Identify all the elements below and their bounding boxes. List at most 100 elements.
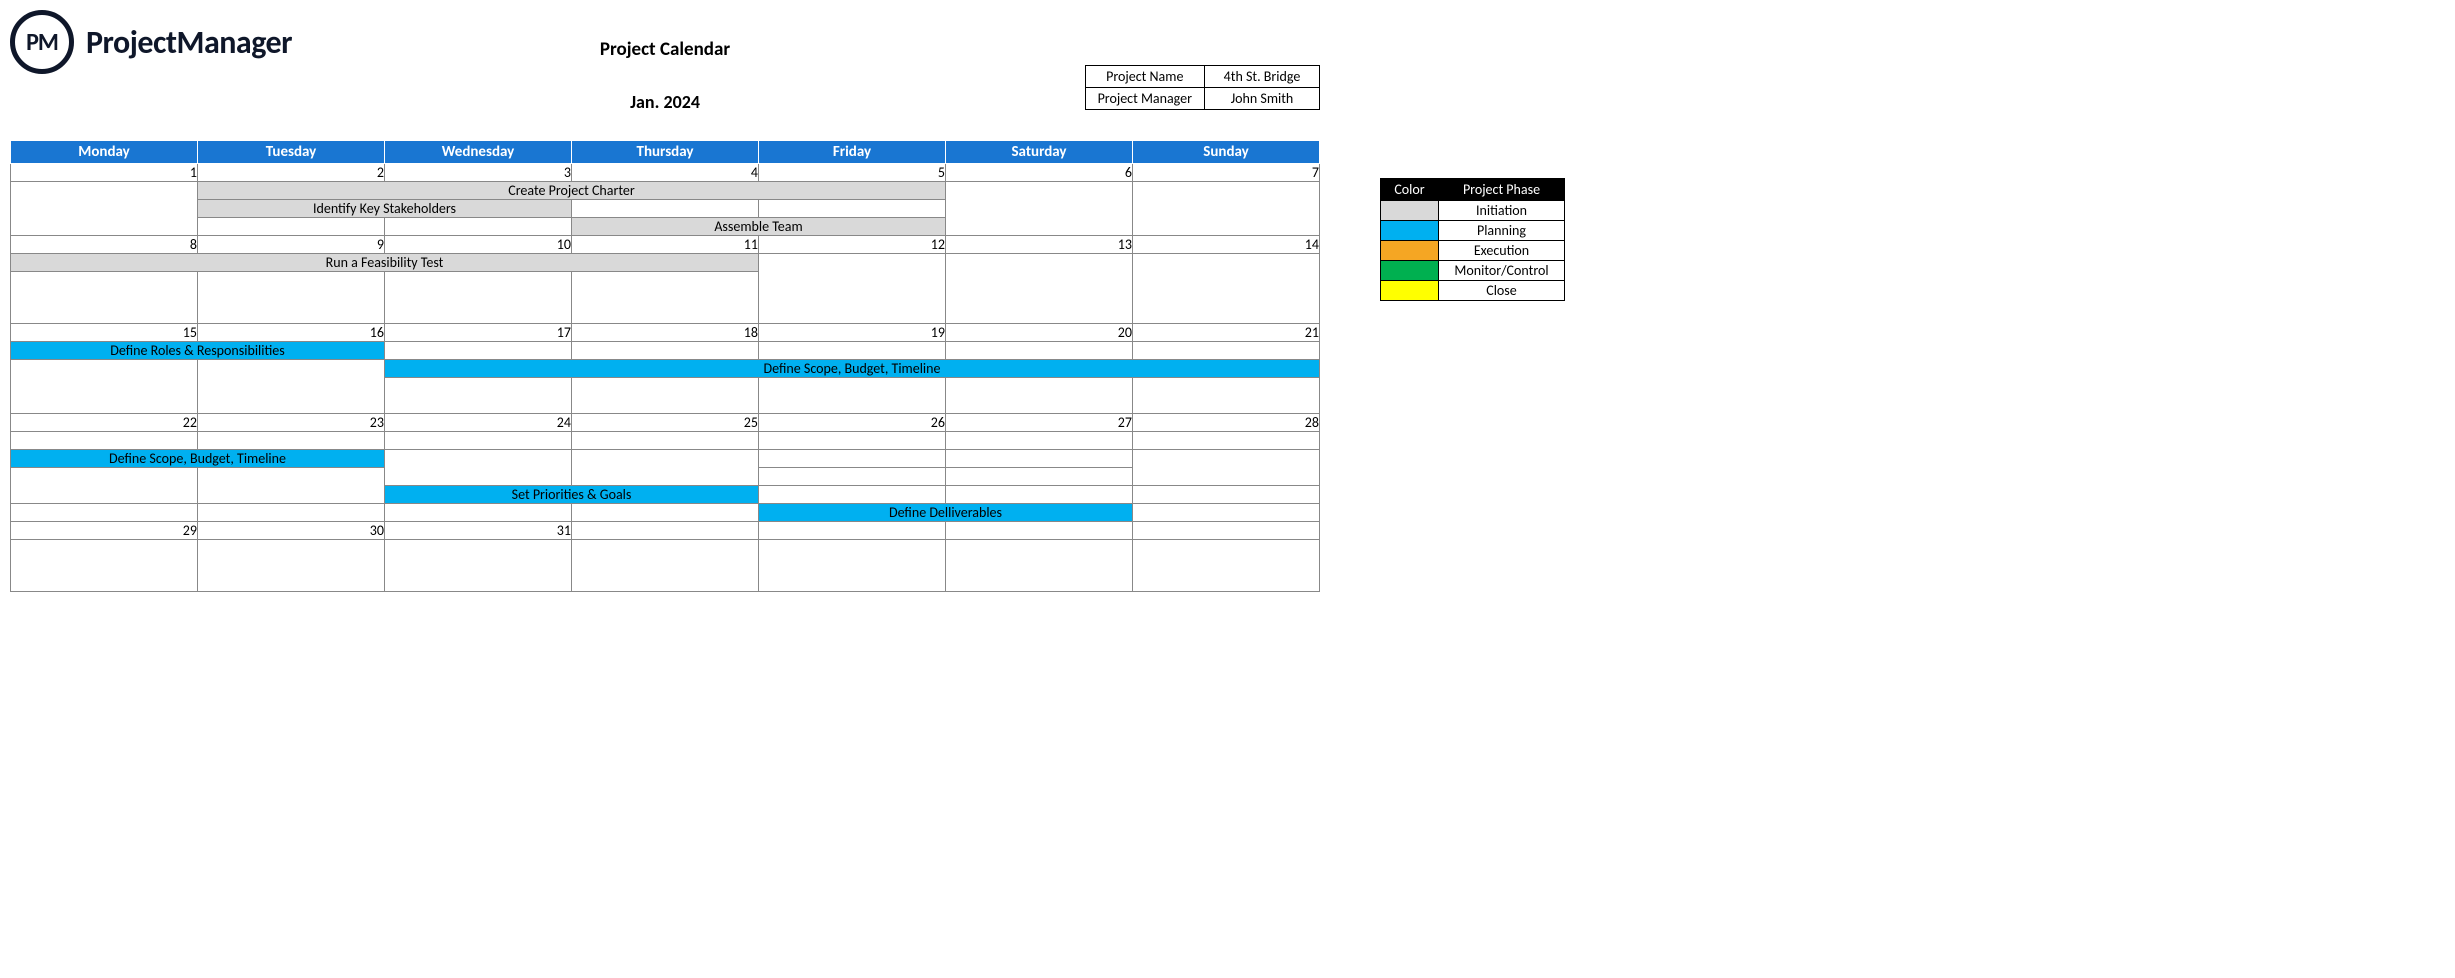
task-feasibility: Run a Feasibility Test <box>11 254 759 272</box>
day-number: 26 <box>759 414 946 432</box>
day-number: 11 <box>572 236 759 254</box>
header: PM ProjectManager Project Calendar Jan. … <box>10 10 1570 140</box>
empty-cell <box>1133 432 1320 450</box>
empty-cell <box>1133 504 1320 522</box>
empty-cell <box>1133 342 1320 360</box>
empty-cell <box>1133 450 1320 486</box>
day-header: Tuesday <box>198 141 385 164</box>
meta-project-manager-value: John Smith <box>1205 88 1320 110</box>
empty-cell <box>759 468 946 486</box>
day-number: 15 <box>11 324 198 342</box>
empty-cell <box>759 540 946 592</box>
empty-cell <box>572 540 759 592</box>
empty-cell <box>946 468 1133 486</box>
empty-cell <box>198 272 385 324</box>
empty-cell <box>1133 378 1320 414</box>
empty-cell <box>946 182 1133 236</box>
empty-cell <box>11 504 198 522</box>
empty-cell <box>946 450 1133 468</box>
empty-cell <box>759 432 946 450</box>
day-number: 21 <box>1133 324 1320 342</box>
day-number: 19 <box>759 324 946 342</box>
empty-cell <box>11 182 198 236</box>
legend-phase: Planning <box>1439 221 1565 241</box>
legend-phase: Execution <box>1439 241 1565 261</box>
day-number: 23 <box>198 414 385 432</box>
empty-cell <box>572 272 759 324</box>
legend-phase: Initiation <box>1439 201 1565 221</box>
day-number: 30 <box>198 522 385 540</box>
legend-table: Color Project Phase Initiation Planning … <box>1380 178 1565 301</box>
day-number <box>946 522 1133 540</box>
empty-cell <box>572 450 759 486</box>
empty-cell <box>198 218 385 236</box>
empty-cell <box>572 432 759 450</box>
empty-cell <box>759 378 946 414</box>
day-header: Sunday <box>1133 141 1320 164</box>
empty-cell <box>385 342 572 360</box>
empty-cell <box>385 378 572 414</box>
day-number: 13 <box>946 236 1133 254</box>
task-priorities: Set Priorities & Goals <box>385 486 759 504</box>
empty-cell <box>759 200 946 218</box>
task-scope-2: Define Scope, Budget, Timeline <box>11 450 385 468</box>
day-number: 16 <box>198 324 385 342</box>
empty-cell <box>946 378 1133 414</box>
empty-cell <box>385 450 572 486</box>
day-number <box>759 522 946 540</box>
task-create-charter: Create Project Charter <box>198 182 946 200</box>
day-number: 22 <box>11 414 198 432</box>
project-meta-table: Project Name 4th St. Bridge Project Mana… <box>1085 65 1320 110</box>
empty-cell <box>759 486 946 504</box>
empty-cell <box>1133 540 1320 592</box>
legend-phase: Monitor/Control <box>1439 261 1565 281</box>
day-number: 12 <box>759 236 946 254</box>
day-number: 17 <box>385 324 572 342</box>
empty-cell <box>198 504 385 522</box>
empty-cell <box>572 200 759 218</box>
empty-cell <box>759 342 946 360</box>
day-number: 31 <box>385 522 572 540</box>
empty-cell <box>11 468 198 504</box>
empty-cell <box>198 540 385 592</box>
day-number: 14 <box>1133 236 1320 254</box>
empty-cell <box>1133 182 1320 236</box>
legend-swatch-close <box>1381 281 1439 301</box>
empty-cell <box>385 504 572 522</box>
day-number: 8 <box>11 236 198 254</box>
day-number: 3 <box>385 164 572 182</box>
empty-cell <box>198 468 385 504</box>
day-number: 29 <box>11 522 198 540</box>
legend-header-phase: Project Phase <box>1439 179 1565 201</box>
empty-cell <box>11 272 198 324</box>
empty-cell <box>572 378 759 414</box>
empty-cell <box>385 272 572 324</box>
day-header: Friday <box>759 141 946 164</box>
day-number: 20 <box>946 324 1133 342</box>
task-assemble-team: Assemble Team <box>572 218 946 236</box>
legend-header-color: Color <box>1381 179 1439 201</box>
day-number: 1 <box>11 164 198 182</box>
empty-cell <box>11 360 198 414</box>
day-number: 28 <box>1133 414 1320 432</box>
day-number: 2 <box>198 164 385 182</box>
empty-cell <box>1133 486 1320 504</box>
empty-cell <box>759 450 946 468</box>
day-number <box>1133 522 1320 540</box>
task-identify-stakeholders: Identify Key Stakeholders <box>198 200 572 218</box>
day-number <box>572 522 759 540</box>
calendar-header-row: Monday Tuesday Wednesday Thursday Friday… <box>11 141 1320 164</box>
task-deliverables: Define Delliverables <box>759 504 1133 522</box>
day-number: 5 <box>759 164 946 182</box>
day-number: 24 <box>385 414 572 432</box>
calendar-grid: Monday Tuesday Wednesday Thursday Friday… <box>10 140 1320 592</box>
empty-cell <box>11 432 198 450</box>
page-title: Project Calendar <box>10 38 1320 61</box>
legend-swatch-planning <box>1381 221 1439 241</box>
empty-cell <box>946 342 1133 360</box>
meta-project-name-value: 4th St. Bridge <box>1205 66 1320 88</box>
empty-cell <box>946 432 1133 450</box>
task-scope: Define Scope, Budget, Timeline <box>385 360 1320 378</box>
day-number: 6 <box>946 164 1133 182</box>
legend-swatch-initiation <box>1381 201 1439 221</box>
